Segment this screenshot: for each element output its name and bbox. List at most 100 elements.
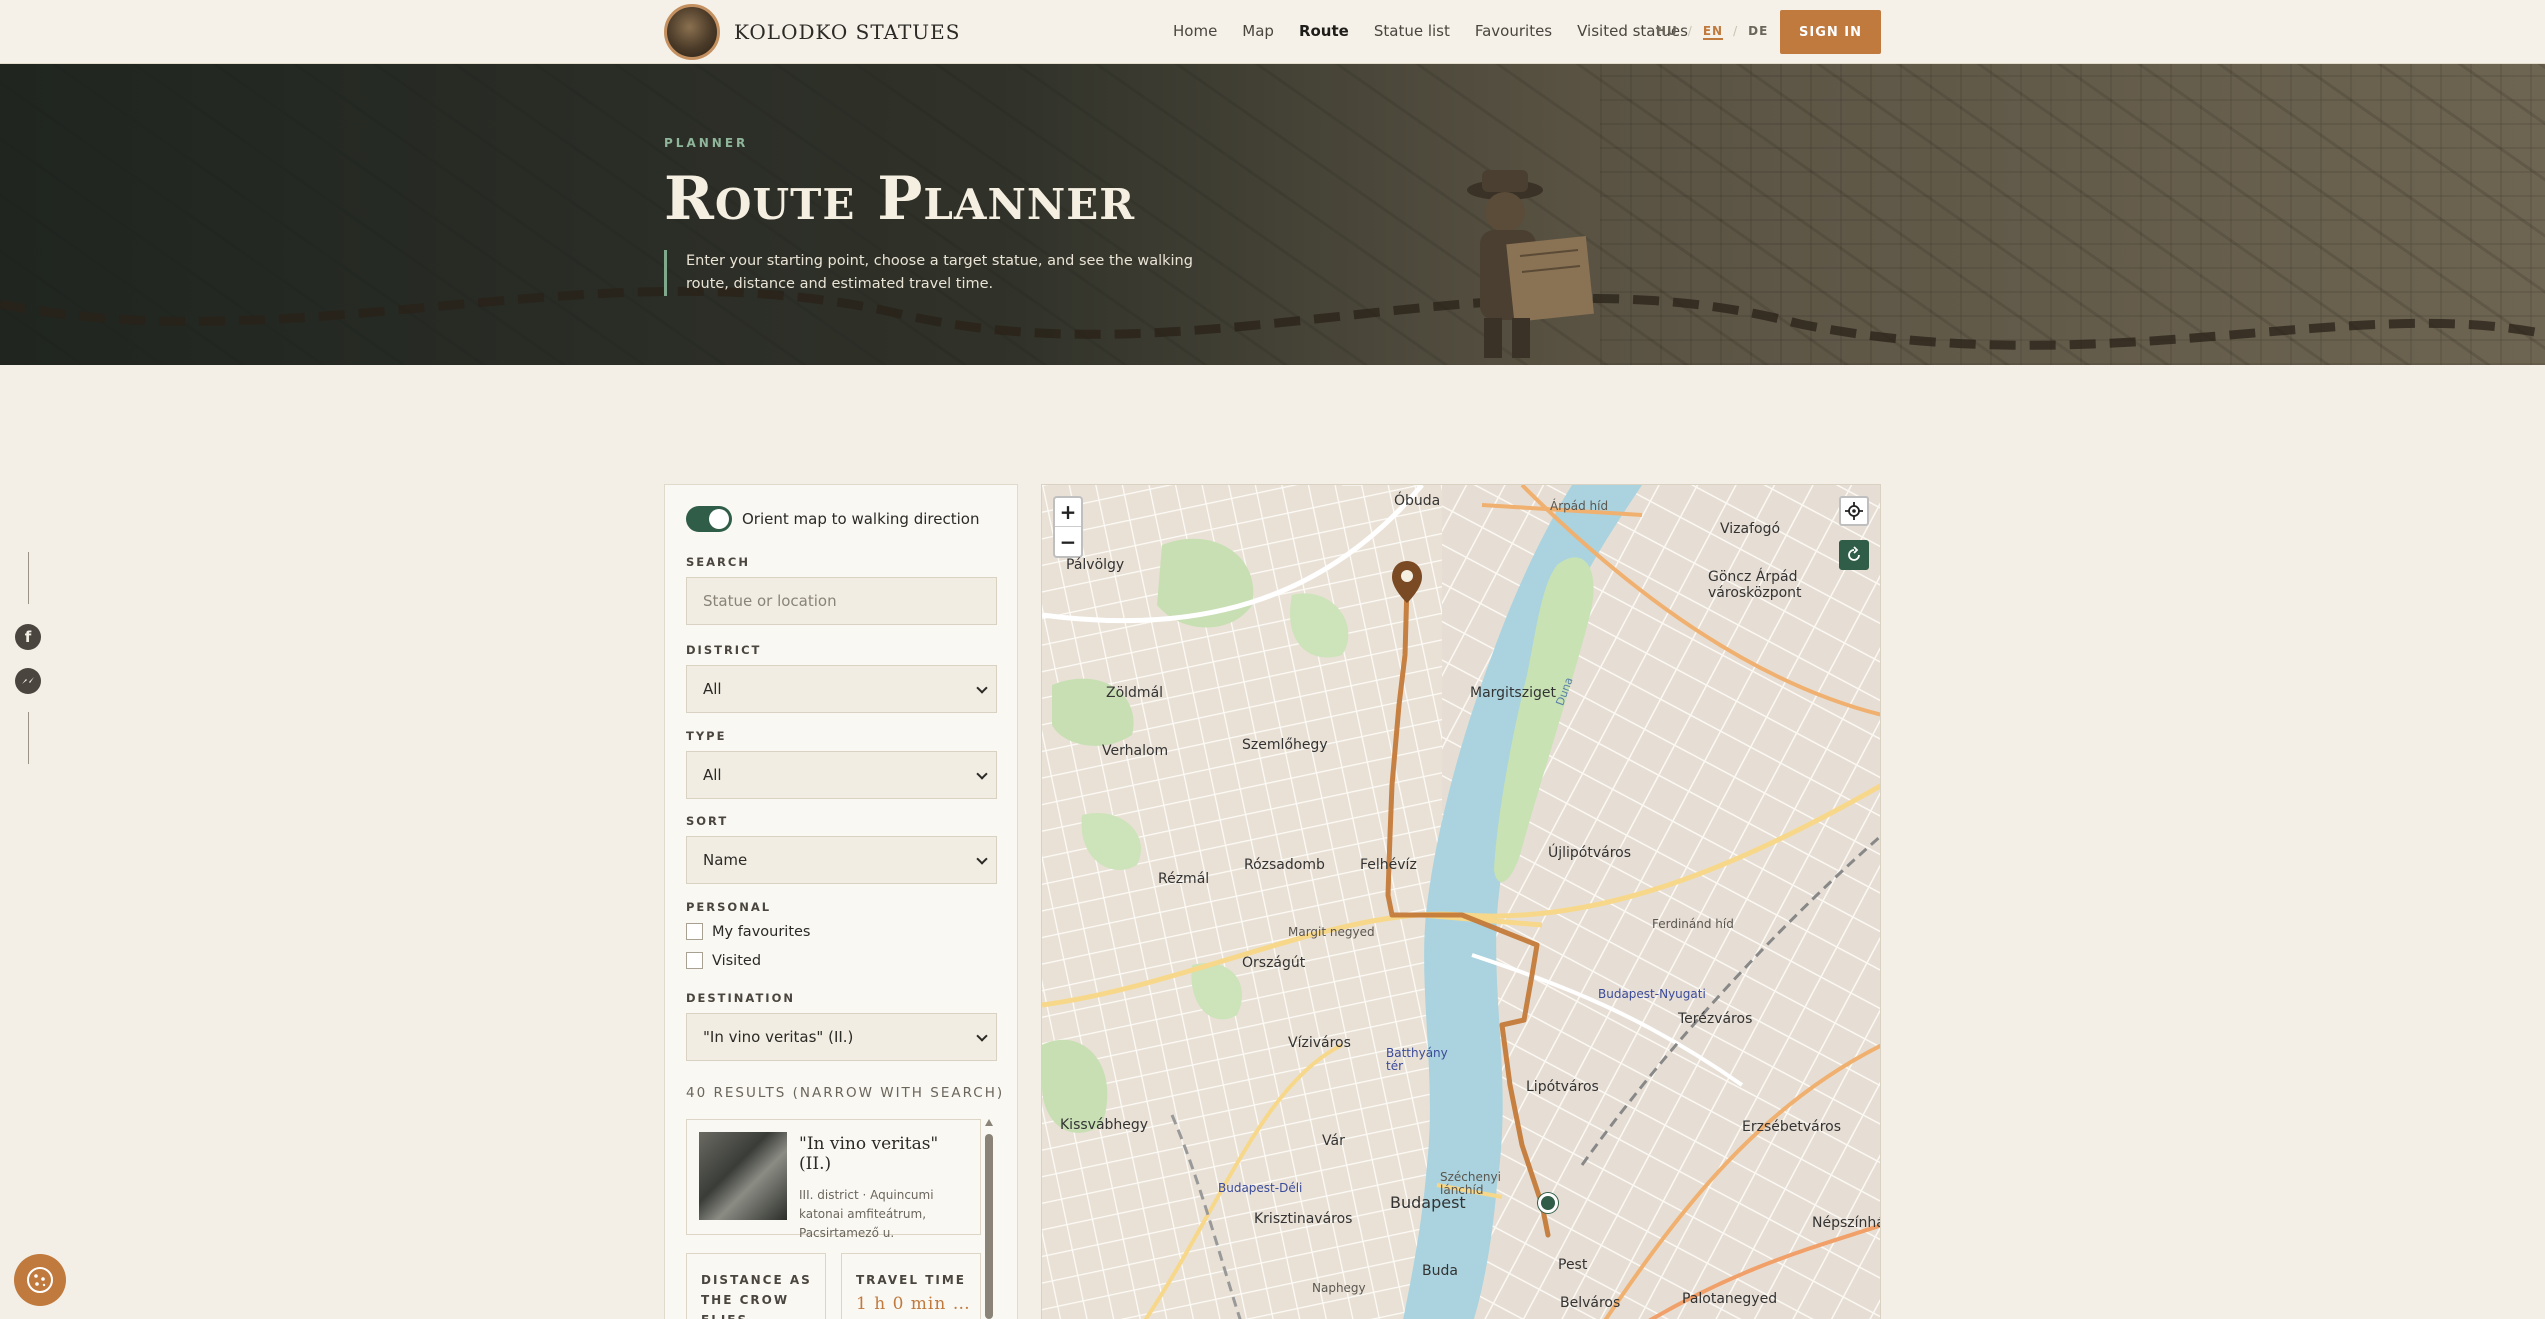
sort-value: Name <box>703 851 748 869</box>
locate-button[interactable] <box>1839 496 1869 526</box>
search-label: SEARCH <box>686 555 750 569</box>
visited-checkbox[interactable] <box>686 952 703 969</box>
destination-label: DESTINATION <box>686 991 795 1005</box>
destination-select[interactable]: "In vino veritas" (II.) <box>686 1013 997 1061</box>
result-card[interactable]: "In vino veritas" (II.) III. district · … <box>686 1119 981 1240</box>
route-map[interactable]: + − Óbuda Árpád híd Vizafogó Göncz Árpád… <box>1041 484 1881 1319</box>
distance-stat: DISTANCE AS THE CROW FLIES <box>686 1253 826 1319</box>
lang-de[interactable]: DE <box>1748 24 1768 40</box>
map-label-arpad-hid: Árpád híd <box>1550 499 1609 513</box>
social-divider-bottom <box>28 712 29 764</box>
map-label-szemlohegy: Szemlőhegy <box>1242 737 1328 753</box>
search-input[interactable]: Statue or location <box>686 577 997 625</box>
district-label: DISTRICT <box>686 643 762 657</box>
zoom-out-button[interactable]: − <box>1055 527 1081 556</box>
favourites-checkbox-row[interactable]: My favourites <box>686 923 810 940</box>
facebook-icon[interactable]: f <box>15 624 41 650</box>
nav-statue-list[interactable]: Statue list <box>1374 22 1450 40</box>
sort-select[interactable]: Name <box>686 836 997 884</box>
district-select[interactable]: All <box>686 665 997 713</box>
distance-stat-label: DISTANCE AS THE CROW FLIES <box>701 1273 812 1319</box>
map-label-rezmal: Rézmál <box>1158 871 1210 887</box>
map-label-buda: Buda <box>1422 1263 1458 1279</box>
recenter-button[interactable] <box>1839 540 1869 570</box>
type-value: All <box>703 766 722 784</box>
results-scrollbar[interactable] <box>985 1119 993 1319</box>
map-label-orszagut: Országút <box>1242 955 1306 971</box>
statue-thumbnail <box>699 1132 787 1220</box>
type-select[interactable]: All <box>686 751 997 799</box>
cookie-settings-button[interactable] <box>14 1254 66 1306</box>
map-label-margitsziget: Margitsziget <box>1470 685 1556 701</box>
route-filter-panel: Orient map to walking direction SEARCH S… <box>664 484 1018 1319</box>
personal-label: PERSONAL <box>686 900 772 914</box>
favourites-checkbox-label: My favourites <box>712 923 811 940</box>
travel-time-value: 1 h 0 min walk <box>856 1294 974 1314</box>
zoom-in-button[interactable]: + <box>1055 498 1081 527</box>
map-label-var: Vár <box>1322 1133 1345 1149</box>
map-label-belvaros: Belváros <box>1560 1295 1621 1311</box>
map-label-palotanegyed: Palotanegyed <box>1682 1291 1778 1307</box>
start-location-marker-icon[interactable] <box>1538 1193 1558 1213</box>
brand-logo-icon <box>664 4 720 60</box>
map-label-pest: Pest <box>1558 1257 1588 1273</box>
page-title: Route Planner <box>664 164 1136 234</box>
chevron-down-icon <box>976 768 988 780</box>
scroll-up-arrow-icon[interactable] <box>985 1119 993 1126</box>
map-label-ferdinand: Ferdinánd híd <box>1652 917 1734 931</box>
recenter-icon <box>1848 546 1860 561</box>
travel-time-stat: TRAVEL TIME 1 h 0 min walk <box>841 1253 981 1319</box>
hero-dashed-path <box>0 286 2545 350</box>
map-label-batthyany: Batthyány tér <box>1386 1046 1448 1073</box>
nav-favourites[interactable]: Favourites <box>1475 22 1552 40</box>
map-label-vizivaros: Víziváros <box>1288 1035 1351 1051</box>
lang-en[interactable]: EN <box>1702 24 1724 40</box>
map-label-kissvabhegy: Kissvábhegy <box>1060 1117 1149 1133</box>
scrollbar-thumb[interactable] <box>985 1134 993 1319</box>
map-label-ujlipotvaros: Újlipótváros <box>1548 845 1632 861</box>
travel-time-label: TRAVEL TIME <box>856 1273 966 1287</box>
result-card-title: "In vino veritas" (II.) <box>799 1134 939 1174</box>
lang-hu[interactable]: HU <box>1656 24 1678 40</box>
lang-separator: / <box>1687 24 1693 38</box>
site-header: KOLODKO STATUES Home Map Route Statue li… <box>0 0 2545 64</box>
result-card-subtitle: III. district · Aquincumi katonai amfite… <box>799 1188 934 1240</box>
type-label: TYPE <box>686 729 727 743</box>
map-label-nepszinhaz: Népszínház <box>1812 1215 1880 1231</box>
lang-separator: / <box>1733 24 1739 38</box>
map-label-zoldmal: Zöldmál <box>1106 685 1164 701</box>
map-label-terezvaros: Terézváros <box>1678 1011 1753 1027</box>
chevron-down-icon <box>976 682 988 694</box>
hero-description: Enter your starting point, choose a targ… <box>664 250 1224 296</box>
map-label-goncz-arpad: Göncz Árpád városközpont <box>1708 569 1802 601</box>
nav-home[interactable]: Home <box>1173 22 1217 40</box>
map-label-obuda: Óbuda <box>1394 493 1441 509</box>
language-switcher: HU / EN / DE <box>1656 24 1768 40</box>
statue-figure-image <box>1467 170 1594 358</box>
nav-map[interactable]: Map <box>1242 22 1274 40</box>
map-label-verhalom: Verhalom <box>1102 743 1169 759</box>
map-label-vizafogo: Vizafogó <box>1720 521 1781 537</box>
chevron-down-icon <box>976 1030 988 1042</box>
brand-logo-link[interactable]: KOLODKO STATUES <box>664 4 960 60</box>
district-value: All <box>703 680 722 698</box>
map-label-deli: Budapest-Déli <box>1218 1181 1303 1195</box>
results-count: 40 RESULTS (NARROW WITH SEARCH) <box>686 1085 1005 1101</box>
favourites-checkbox[interactable] <box>686 923 703 940</box>
map-label-krisztinavaros: Krisztinaváros <box>1254 1211 1353 1227</box>
nav-route[interactable]: Route <box>1299 22 1349 40</box>
main-nav: Home Map Route Statue list Favourites Vi… <box>1173 22 1713 40</box>
hero-banner: PLANNER Route Planner Enter your startin… <box>0 64 2545 365</box>
visited-checkbox-label: Visited <box>712 952 762 969</box>
sign-in-button[interactable]: SIGN IN <box>1780 10 1881 54</box>
messenger-icon[interactable] <box>15 668 41 694</box>
destination-marker-icon[interactable] <box>1390 559 1424 605</box>
hero-kicker: PLANNER <box>664 136 749 150</box>
map-label-rozsadomb: Rózsadomb <box>1244 857 1325 873</box>
orient-map-label: Orient map to walking direction <box>742 510 980 528</box>
cookie-icon <box>27 1267 53 1293</box>
map-label-felheviz: Felhévíz <box>1360 857 1417 873</box>
orient-map-toggle[interactable] <box>686 506 732 532</box>
visited-checkbox-row[interactable]: Visited <box>686 952 761 969</box>
destination-value: "In vino veritas" (II.) <box>703 1028 854 1046</box>
